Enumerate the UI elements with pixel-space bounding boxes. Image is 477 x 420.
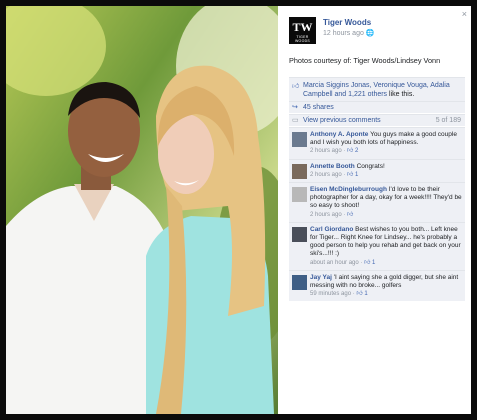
- comment-time[interactable]: 2 hours ago: [310, 172, 342, 178]
- globe-icon: 🌐: [365, 30, 375, 37]
- shares-link[interactable]: 45 shares: [303, 104, 334, 111]
- comment-time[interactable]: 59 minutes ago: [310, 291, 351, 297]
- comment-item: Anthony A. Aponte You guys make a good c…: [289, 127, 465, 159]
- view-previous-link[interactable]: View previous comments: [303, 117, 381, 124]
- comment-icon: ▭: [292, 117, 299, 124]
- avatar-text: TIGER WOODS: [294, 35, 311, 43]
- comment-meta: 2 hours ago · 👍︎ 2: [310, 147, 462, 155]
- comment-time[interactable]: 2 hours ago: [310, 148, 342, 154]
- commenter-avatar[interactable]: [292, 274, 307, 290]
- comment-item: Eisen McDingleburrough I'd love to be th…: [289, 182, 465, 222]
- comment-count: 5 of 189: [435, 117, 461, 124]
- commenter-avatar[interactable]: [292, 163, 307, 179]
- comment-item: Annette Booth Congrats! 2 hours ago · 👍︎ …: [289, 158, 465, 183]
- like-icon[interactable]: 👍︎: [347, 172, 353, 178]
- commenter-name[interactable]: Jay Yaj: [310, 274, 332, 281]
- photo-viewer: × TW TIGER WOODS Tiger Woods 12 hours ag…: [6, 6, 471, 414]
- likes-others-link[interactable]: 1,221 others: [348, 91, 387, 98]
- comment-meta: 2 hours ago · 👍︎ 1: [310, 171, 462, 179]
- commenter-name[interactable]: Annette Booth: [310, 163, 355, 170]
- post-photo[interactable]: [6, 6, 278, 414]
- shares-row[interactable]: ↪ 45 shares: [289, 101, 465, 113]
- comment-meta: 2 hours ago · 👍︎: [310, 211, 462, 219]
- comment-like-count: 1: [364, 291, 368, 298]
- post-time-text: 12 hours ago: [323, 30, 364, 37]
- page-name-link[interactable]: Tiger Woods: [323, 18, 371, 27]
- like-icon[interactable]: 👍︎: [347, 148, 353, 154]
- post-timestamp[interactable]: 12 hours ago 🌐: [323, 29, 375, 37]
- commenter-avatar[interactable]: [292, 226, 307, 242]
- comment-meta: 59 minutes ago · 👍︎ 1: [310, 290, 462, 298]
- likes-summary: 👍︎ Marcia Siggins Jonas, Veronique Vouga…: [289, 77, 465, 102]
- post-sidebar: × TW TIGER WOODS Tiger Woods 12 hours ag…: [286, 6, 471, 414]
- view-previous-comments[interactable]: ▭ View previous comments 5 of 189: [289, 114, 465, 126]
- comment-time[interactable]: about an hour ago: [310, 260, 359, 266]
- commenter-name[interactable]: Anthony A. Aponte: [310, 131, 368, 138]
- comment-like-count: 1: [355, 171, 359, 178]
- likes-suffix: like this.: [387, 91, 415, 98]
- like-icon[interactable]: 👍︎: [347, 212, 353, 218]
- commenter-name[interactable]: Carl Giordano: [310, 226, 353, 233]
- comment-list: Anthony A. Aponte You guys make a good c…: [289, 127, 465, 302]
- thumbs-up-icon: 👍︎: [292, 83, 300, 90]
- commenter-name[interactable]: Eisen McDingleburrough: [310, 186, 387, 193]
- like-icon[interactable]: 👍︎: [356, 291, 362, 297]
- comment-time[interactable]: 2 hours ago: [310, 212, 342, 218]
- like-icon[interactable]: 👍︎: [364, 260, 370, 266]
- comment-item: Carl Giordano Best wishes to you both...…: [289, 221, 465, 270]
- share-icon: ↪: [292, 104, 298, 111]
- comment-like-count: 1: [372, 259, 376, 266]
- page-avatar[interactable]: TW TIGER WOODS: [289, 17, 316, 44]
- comment-meta: about an hour ago · 👍︎ 1: [310, 259, 462, 267]
- comment-text: 'I aint saying she a gold digger, but sh…: [310, 273, 459, 290]
- comment-like-count: 2: [355, 148, 359, 155]
- comment-item: Jay Yaj 'I aint saying she a gold digger…: [289, 269, 465, 302]
- comment-text: Congrats!: [356, 162, 385, 170]
- commenter-avatar[interactable]: [292, 132, 307, 147]
- commenter-avatar[interactable]: [292, 187, 307, 203]
- avatar-monogram: TW: [292, 20, 313, 34]
- post-caption: Photos courtesy of: Tiger Woods/Lindsey …: [289, 56, 441, 65]
- post-header: TW TIGER WOODS Tiger Woods 12 hours ago …: [289, 17, 464, 49]
